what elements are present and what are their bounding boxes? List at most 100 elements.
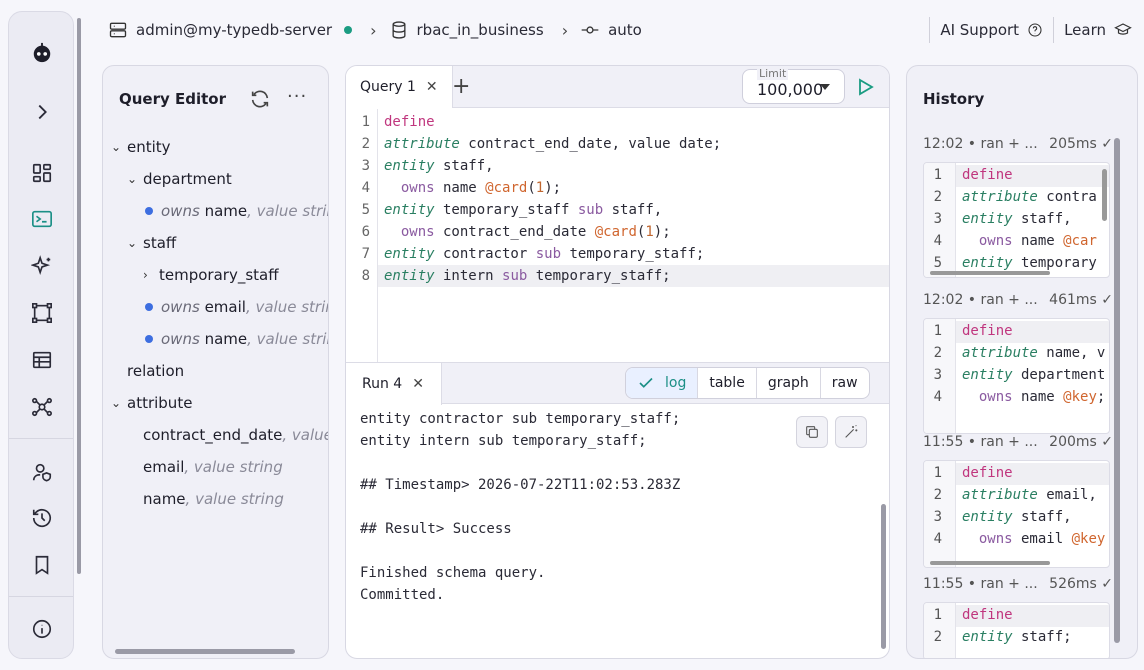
view-log[interactable]: log xyxy=(626,368,698,398)
code-line: entity department xyxy=(962,367,1106,383)
code-line: define xyxy=(962,465,1013,481)
line-number-gutter: 1 2 3 4 5 6 7 8 xyxy=(346,109,378,362)
ai-fix-button[interactable] xyxy=(835,416,867,448)
add-tab-icon[interactable]: + xyxy=(452,74,470,99)
refresh-icon[interactable] xyxy=(249,88,271,110)
line-number: 5 xyxy=(361,202,370,218)
history-duration: 461ms xyxy=(1049,292,1097,308)
owns-label: owns xyxy=(161,330,200,348)
tree-node-contract-end-date[interactable]: contract_end_date, value d xyxy=(143,423,329,447)
code-line: entity contractor sub temporary_staff; xyxy=(384,246,705,262)
limit-select[interactable]: Limit 100,000 xyxy=(742,67,845,104)
attribute-name: email xyxy=(204,298,246,316)
scrollbar[interactable] xyxy=(930,271,1050,275)
tree-label: temporary_staff xyxy=(159,266,279,284)
value-type: , value string xyxy=(245,298,328,316)
view-label: table xyxy=(709,375,745,391)
check-icon: ✓ xyxy=(1101,136,1113,152)
run-tab-label: Run 4 xyxy=(362,376,403,392)
tree-node-owns-name[interactable]: owns name, value string xyxy=(143,327,328,351)
transaction-mode-selector[interactable]: auto xyxy=(580,20,642,40)
query-terminal-icon[interactable] xyxy=(29,206,55,232)
ai-support-label: AI Support xyxy=(940,21,1020,39)
history-scrollbar[interactable] xyxy=(1114,138,1120,643)
table-icon[interactable] xyxy=(29,347,55,373)
history-duration: 526ms xyxy=(1049,576,1097,592)
line-number-gutter: 1234 xyxy=(924,461,956,567)
left-rail xyxy=(8,11,74,659)
learn-link[interactable]: Learn xyxy=(1064,21,1132,39)
history-clock-icon[interactable] xyxy=(29,505,55,531)
scrollbar[interactable] xyxy=(1102,169,1107,221)
attribute-dot xyxy=(145,303,153,311)
history-time: 11:55 • ran + ... xyxy=(923,576,1038,592)
tree-node-name[interactable]: name, value string xyxy=(143,487,284,511)
code-line: entity staff, xyxy=(962,211,1072,227)
tree-node-owns-name[interactable]: owns name, value string xyxy=(143,199,328,223)
close-icon[interactable]: ✕ xyxy=(412,376,424,392)
log-line: entity intern sub temporary_staff; xyxy=(360,433,647,449)
ai-sparkle-icon[interactable] xyxy=(29,253,55,279)
tree-node-department[interactable]: ⌄ department xyxy=(127,167,232,191)
bookmark-icon[interactable] xyxy=(29,552,55,578)
code-line: entity temporary_staff sub staff, xyxy=(384,202,663,218)
check-icon xyxy=(639,377,653,388)
view-graph[interactable]: graph xyxy=(755,368,820,398)
tree-label: attribute xyxy=(127,394,193,412)
history-query-preview: 12345 define attribute contra entity sta… xyxy=(923,162,1110,278)
attribute-name: name xyxy=(204,330,248,348)
horizontal-scrollbar[interactable] xyxy=(115,649,295,654)
line-number: 3 xyxy=(361,158,370,174)
more-options-icon[interactable]: ··· xyxy=(287,86,307,107)
graph-network-icon[interactable] xyxy=(29,394,55,420)
code-line: owns name @card(1); xyxy=(400,180,562,196)
close-icon[interactable]: ✕ xyxy=(426,79,438,95)
view-table[interactable]: table xyxy=(697,368,755,398)
view-label: log xyxy=(665,375,687,391)
connection-dashboard-icon[interactable] xyxy=(29,160,55,186)
history-time: 12:02 • ran + ... xyxy=(923,292,1038,308)
view-raw[interactable]: raw xyxy=(819,368,869,398)
tree-node-staff[interactable]: ⌄ staff xyxy=(127,231,176,255)
divider xyxy=(1053,17,1055,43)
value-type: , value string xyxy=(247,330,328,348)
schema-shape-icon[interactable] xyxy=(29,300,55,326)
top-right-links: AI Support Learn xyxy=(919,14,1132,46)
code-line: entity temporary xyxy=(962,255,1097,271)
connection-status-dot xyxy=(344,26,353,34)
tree-node-attribute[interactable]: ⌄ attribute xyxy=(111,391,192,415)
server-selector[interactable]: admin@my-typedb-server xyxy=(108,20,353,40)
tab-run-4[interactable]: Run 4 ✕ xyxy=(346,363,442,405)
tree-node-relation[interactable]: relation xyxy=(127,359,184,383)
rail-scrollbar[interactable] xyxy=(77,18,81,574)
help-circle-icon xyxy=(1028,23,1042,37)
tree-node-email[interactable]: email, value string xyxy=(143,455,283,479)
log-scrollbar[interactable] xyxy=(881,504,886,649)
log-line: entity contractor sub temporary_staff; xyxy=(360,411,681,427)
history-time: 12:02 • ran + ... xyxy=(923,136,1038,152)
user-shield-icon[interactable] xyxy=(29,459,55,485)
ai-support-link[interactable]: AI Support xyxy=(940,21,1043,39)
code-line: entity intern sub temporary_staff; xyxy=(384,268,671,284)
info-icon[interactable] xyxy=(29,616,55,642)
tree-node-entity[interactable]: ⌄ entity xyxy=(111,135,171,159)
typedb-logo-icon[interactable] xyxy=(29,40,55,66)
tree-node-owns-email[interactable]: owns email, value string xyxy=(143,295,328,319)
history-duration: 205ms xyxy=(1049,136,1097,152)
view-label: raw xyxy=(831,375,858,391)
value-type: , value d xyxy=(282,426,329,444)
scrollbar[interactable] xyxy=(930,561,1050,565)
line-number-gutter: 12 xyxy=(924,603,956,658)
tab-query-1[interactable]: Query 1 ✕ xyxy=(346,66,453,108)
tree-node-temporary-staff[interactable]: › temporary_staff xyxy=(143,263,279,287)
run-play-icon[interactable] xyxy=(858,78,874,96)
top-bar: admin@my-typedb-server › rbac_in_busines… xyxy=(108,14,1132,46)
line-number: 4 xyxy=(361,180,370,196)
copy-button[interactable] xyxy=(796,416,828,448)
history-entry-header: 11:55 • ran + ... 526ms ✓ xyxy=(923,576,1113,592)
history-entry-header: 12:02 • ran + ... 205ms ✓ xyxy=(923,136,1113,152)
code-line: owns name @key; xyxy=(978,389,1106,405)
code-line: owns email @key xyxy=(978,531,1106,547)
expand-chevron-icon[interactable] xyxy=(29,99,55,125)
database-selector[interactable]: rbac_in_business xyxy=(389,20,544,40)
